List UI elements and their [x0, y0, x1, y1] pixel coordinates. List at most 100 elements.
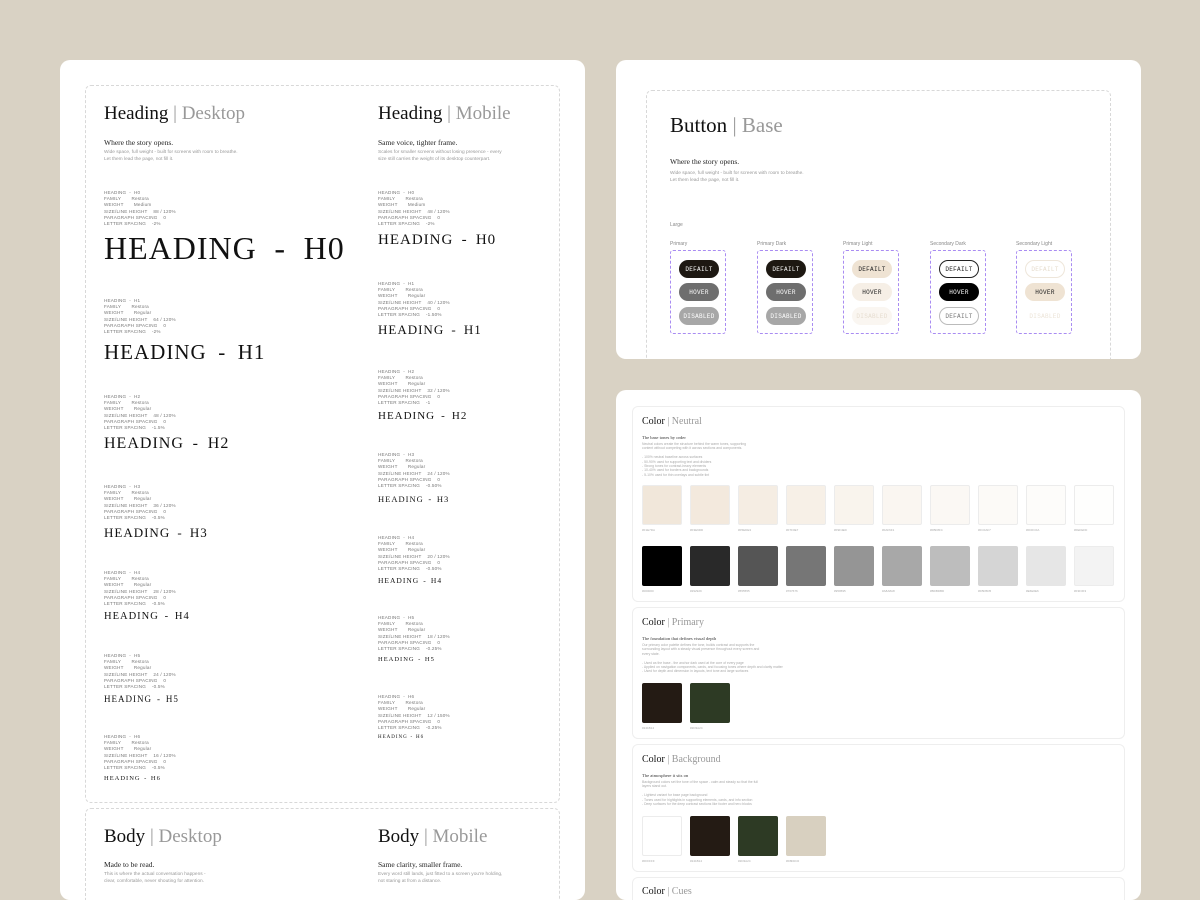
primary-light-default-button[interactable]: DEFAILT: [852, 260, 892, 278]
heading-mobile-title: Heading | Mobile: [378, 103, 511, 124]
primary-light-hover-button[interactable]: HOVER: [852, 283, 892, 301]
primary-dark-hover-button[interactable]: HOVER: [766, 283, 806, 301]
desktop-h6-sample: HEADING - H6: [104, 775, 161, 782]
neutral-warm-swatch-label: #F9F4ED: [834, 528, 847, 532]
color-neutral-title: Color | Neutral: [642, 416, 702, 427]
color-background-notes: Background colors set the tone of the sp…: [642, 780, 758, 807]
neutral-gray-swatch[interactable]: [786, 546, 826, 586]
color-cues-section: [632, 877, 1125, 900]
desktop-h0-specs: HEADING - H0 FAMILY Restora WEIGHT Mediu…: [104, 190, 176, 227]
mobile-h2-sample: HEADING - H2: [378, 410, 468, 422]
body-desktop-desc: This is where the actual conversation ha…: [104, 872, 206, 884]
background-swatch[interactable]: [690, 816, 730, 856]
secondary-dark-hover-button[interactable]: HOVER: [939, 283, 979, 301]
button-card: Button | Base Where the story opens. Wid…: [616, 60, 1141, 359]
group-label-secondary-light: Secondary Light: [1016, 241, 1053, 247]
desktop-h1-sample: HEADING - H1: [104, 340, 266, 364]
button-group-primary-light: DEFAILT HOVER DISABLED: [843, 250, 899, 334]
neutral-gray-swatch[interactable]: [882, 546, 922, 586]
neutral-gray-swatch[interactable]: [642, 546, 682, 586]
desktop-h2-specs: HEADING - H2 FAMILY Restora WEIGHT Regul…: [104, 394, 176, 431]
desktop-h5-sample: HEADING - H5: [104, 694, 179, 704]
mobile-h4-sample: HEADING - H4: [378, 576, 443, 585]
neutral-warm-swatch[interactable]: [882, 485, 922, 525]
neutral-warm-swatch[interactable]: [930, 485, 970, 525]
background-swatch[interactable]: [738, 816, 778, 856]
neutral-warm-swatch-label: #FEFEFD: [1074, 528, 1088, 532]
color-background-tagline: The atmosphere it sits on: [642, 773, 689, 778]
mobile-h1-specs: HEADING - H1 FAMILY Restora WEIGHT Regul…: [378, 281, 450, 318]
mobile-h4-specs: HEADING - H4 FAMILY Restora WEIGHT Regul…: [378, 535, 450, 572]
group-label-primary-dark: Primary Dark: [757, 241, 787, 247]
group-label-primary-light: Primary Light: [843, 241, 873, 247]
neutral-warm-swatch[interactable]: [1026, 485, 1066, 525]
mobile-h0-sample: HEADING - H0: [378, 232, 497, 248]
neutral-gray-swatch[interactable]: [738, 546, 778, 586]
body-desktop-tagline: Made to be read.: [104, 860, 155, 869]
neutral-warm-swatch[interactable]: [642, 485, 682, 525]
neutral-gray-swatch-label: #BDBDBD: [930, 589, 945, 593]
typography-card: Heading | Desktop Where the story opens.…: [60, 60, 585, 900]
mobile-h1-sample: HEADING - H1: [378, 322, 482, 337]
primary-swatch[interactable]: [642, 683, 682, 723]
primary-dark-default-button[interactable]: DEFAILT: [766, 260, 806, 278]
desktop-h4-sample: HEADING - H4: [104, 611, 190, 622]
secondary-dark-default-button[interactable]: DEFAILT: [939, 260, 979, 278]
neutral-gray-swatch[interactable]: [1074, 546, 1114, 586]
color-card: Color | Neutral The base tones by order …: [616, 390, 1141, 900]
neutral-warm-swatch[interactable]: [834, 485, 874, 525]
neutral-gray-swatch[interactable]: [930, 546, 970, 586]
background-swatch[interactable]: [786, 816, 826, 856]
neutral-warm-swatch[interactable]: [786, 485, 826, 525]
body-desktop-title: Body | Desktop: [104, 826, 222, 847]
primary-dark-disabled-button[interactable]: DISABLED: [766, 307, 806, 325]
heading-mobile-tagline: Same voice, tighter frame.: [378, 138, 458, 147]
color-primary-notes: Our primary color palette defines the to…: [642, 643, 783, 674]
neutral-warm-swatch[interactable]: [690, 485, 730, 525]
neutral-gray-swatch-label: #F3F3F3: [1074, 589, 1087, 593]
desktop-h5-specs: HEADING - H5 FAMILY Restora WEIGHT Regul…: [104, 653, 176, 690]
desktop-h1-specs: HEADING - H1 FAMILY Restora WEIGHT Regul…: [104, 298, 176, 335]
color-background-title: Color | Background: [642, 754, 721, 765]
secondary-light-disabled-button[interactable]: DISABLED: [1025, 307, 1065, 325]
neutral-gray-swatch[interactable]: [834, 546, 874, 586]
neutral-gray-swatch-label: #555555: [738, 589, 750, 593]
neutral-gray-swatch[interactable]: [1026, 546, 1066, 586]
neutral-warm-swatch[interactable]: [978, 485, 1018, 525]
mobile-h3-specs: HEADING - H3 FAMILY Restora WEIGHT Regul…: [378, 452, 450, 489]
desktop-h0-sample: HEADING - H0: [104, 230, 345, 266]
primary-hover-button[interactable]: HOVER: [679, 283, 719, 301]
neutral-gray-swatch[interactable]: [690, 546, 730, 586]
primary-light-disabled-button[interactable]: DISABLED: [852, 307, 892, 325]
mobile-h6-sample: HEADING - H6: [378, 735, 425, 740]
mobile-h5-sample: HEADING - H5: [378, 656, 435, 663]
secondary-light-hover-button[interactable]: HOVER: [1025, 283, 1065, 301]
body-frame: [85, 808, 560, 900]
primary-default-button[interactable]: DEFAILT: [679, 260, 719, 278]
background-swatch[interactable]: [642, 816, 682, 856]
color-neutral-tagline: The base tones by order: [642, 435, 686, 440]
background-swatch-label: #D8D0C0: [786, 859, 800, 863]
body-mobile-tagline: Same clarity, smaller frame.: [378, 860, 463, 869]
button-group-secondary-light: DEFAILT HOVER DISABLED: [1016, 250, 1072, 334]
neutral-gray-swatch-label: #292929: [690, 589, 702, 593]
neutral-gray-swatch[interactable]: [978, 546, 1018, 586]
desktop-h4-specs: HEADING - H4 FAMILY Restora WEIGHT Regul…: [104, 570, 176, 607]
background-swatch-label: #241B14: [690, 859, 703, 863]
neutral-warm-swatch[interactable]: [1074, 485, 1114, 525]
button-group-primary: DEFAILT HOVER DISABLED: [670, 250, 726, 334]
heading-desktop-tagline: Where the story opens.: [104, 138, 174, 147]
body-mobile-title: Body | Mobile: [378, 826, 488, 847]
primary-disabled-button[interactable]: DISABLED: [679, 307, 719, 325]
button-group-primary-dark: DEFAILT HOVER DISABLED: [757, 250, 813, 334]
neutral-warm-swatch-label: #F1E7DA: [642, 528, 656, 532]
secondary-dark-disabled-button[interactable]: DEFAILT: [939, 307, 979, 325]
neutral-warm-swatch[interactable]: [738, 485, 778, 525]
group-label-primary: Primary: [670, 241, 688, 247]
neutral-warm-swatch-label: #F5EDE3: [738, 528, 752, 532]
heading-mobile-desc: Scales for smaller screens without losin…: [378, 150, 502, 162]
color-primary-title: Color | Primary: [642, 617, 705, 628]
body-mobile-desc: Every word still lands, just fitted to a…: [378, 872, 503, 884]
primary-swatch[interactable]: [690, 683, 730, 723]
secondary-light-default-button[interactable]: DEFAILT: [1025, 260, 1065, 278]
